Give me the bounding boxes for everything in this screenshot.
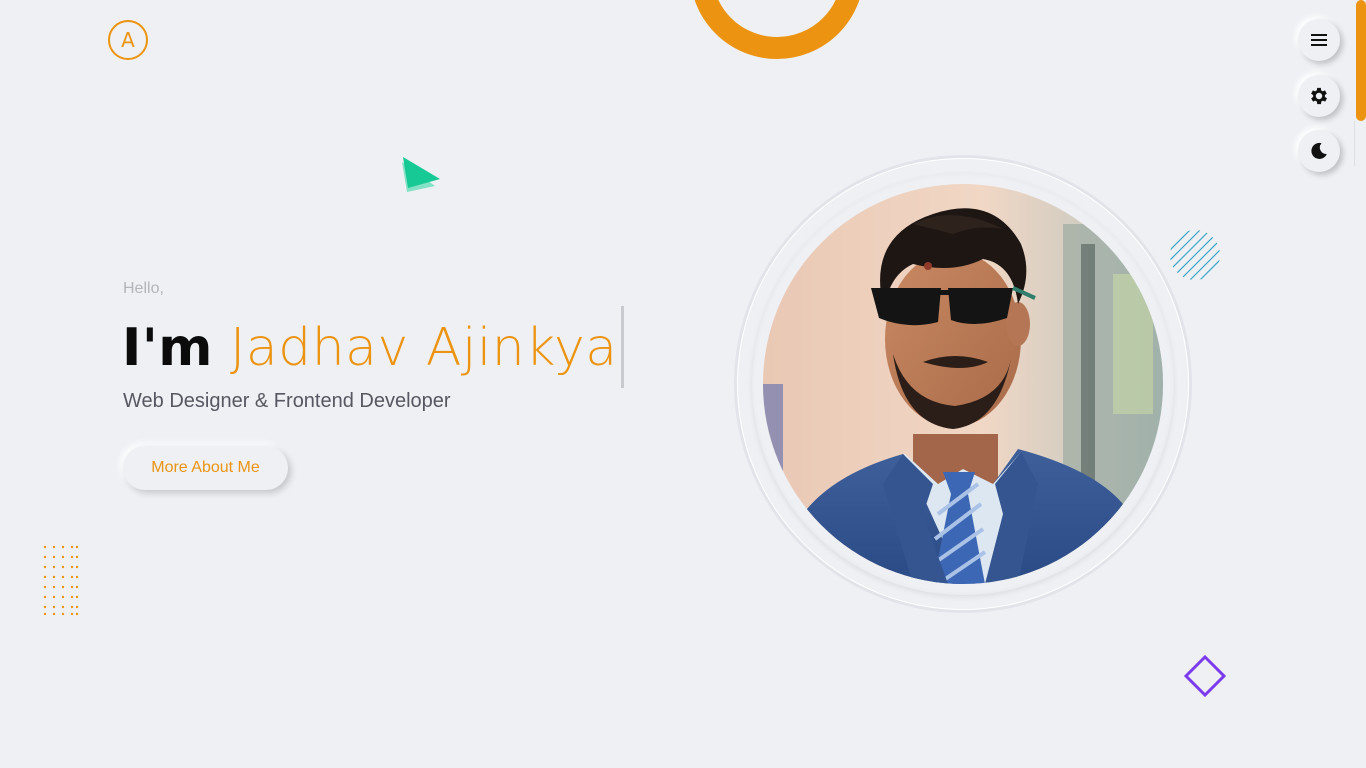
theme-toggle-button[interactable] <box>1298 130 1340 172</box>
decorative-striped-circle <box>1170 230 1220 280</box>
gear-icon <box>1311 87 1327 105</box>
hero-greeting: Hello, <box>123 280 164 297</box>
page: A Hello, I'm Jadhav Ajinkya Web Designer… <box>0 0 1366 768</box>
hero-name: Jadhav Ajinkya <box>229 318 618 378</box>
typing-caret <box>620 306 624 388</box>
menu-icon <box>1311 34 1327 46</box>
menu-button[interactable] <box>1298 19 1340 61</box>
more-about-me-button[interactable]: More About Me <box>123 446 288 490</box>
moon-icon <box>1311 142 1327 159</box>
more-about-me-label: More About Me <box>151 459 260 476</box>
profile-photo-illustration <box>763 184 1163 584</box>
scrollbar-track <box>1354 121 1355 166</box>
decorative-ring <box>690 0 864 59</box>
scrollbar-thumb[interactable] <box>1356 0 1366 121</box>
hero-prefix: I'm <box>122 318 213 378</box>
logo-letter: A <box>121 28 135 52</box>
decorative-triangle <box>402 157 440 192</box>
hero-subtitle: Web Designer & Frontend Developer <box>123 390 451 412</box>
decorative-diamond <box>1183 654 1227 698</box>
profile-photo <box>763 184 1163 584</box>
settings-button[interactable] <box>1298 75 1340 117</box>
logo[interactable]: A <box>108 20 148 60</box>
hero-headline: I'm Jadhav Ajinkya <box>122 306 624 392</box>
decorative-dot-grid <box>43 545 79 616</box>
